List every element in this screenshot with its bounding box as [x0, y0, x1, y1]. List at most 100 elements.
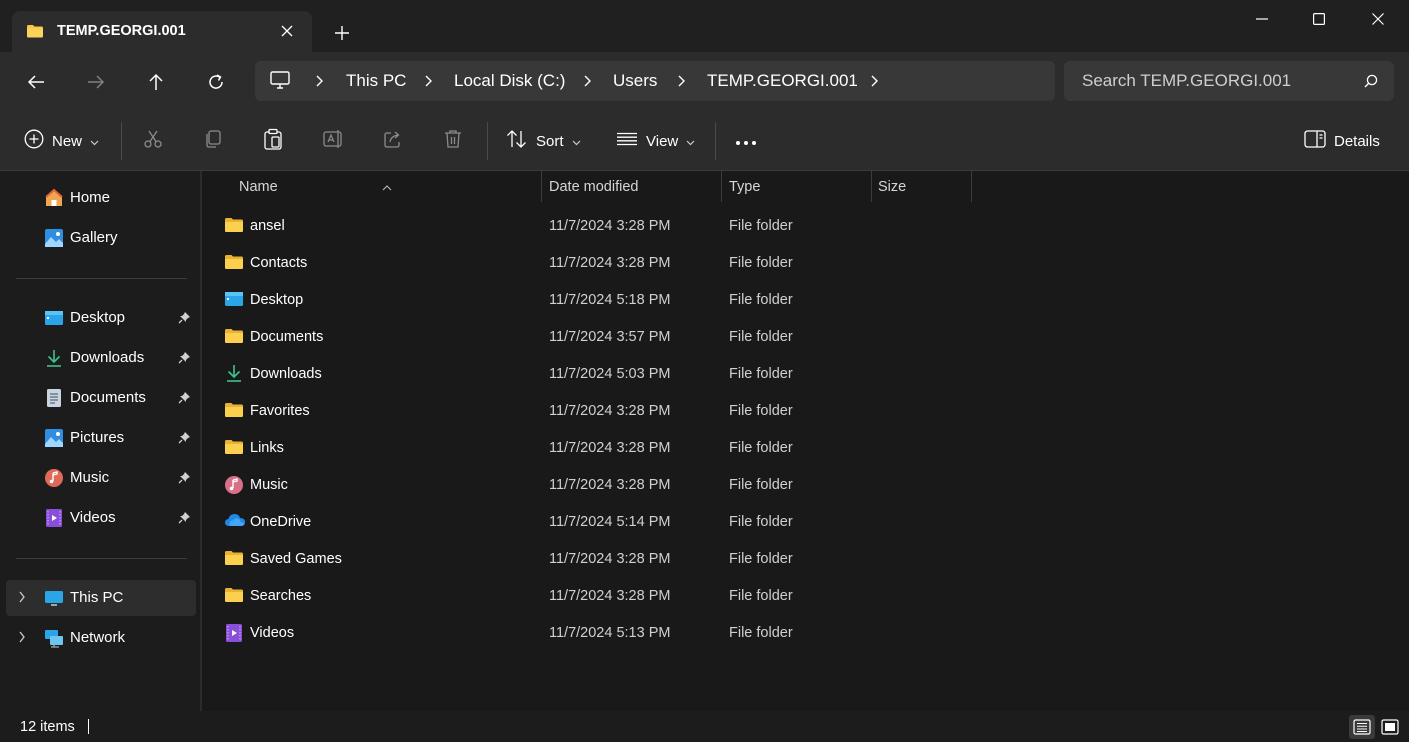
sidebar-item-downloads[interactable]: Downloads: [6, 340, 196, 376]
copy-button[interactable]: [203, 125, 223, 157]
pin-icon[interactable]: [178, 351, 191, 368]
table-row[interactable]: ansel 11/7/2024 3:28 PM File folder: [216, 207, 1116, 244]
sidebar-item-home[interactable]: Home: [6, 180, 196, 216]
table-row[interactable]: Favorites 11/7/2024 3:28 PM File folder: [216, 392, 1116, 429]
search-icon[interactable]: [1364, 74, 1378, 92]
cut-button[interactable]: [143, 125, 163, 157]
table-row[interactable]: Downloads 11/7/2024 5:03 PM File folder: [216, 355, 1116, 392]
desktop-icon: [44, 308, 64, 328]
back-arrow-icon[interactable]: [20, 66, 52, 98]
close-icon[interactable]: [1349, 0, 1407, 38]
column-header-label: Date modified: [549, 179, 639, 195]
tab-temp-georgi[interactable]: TEMP.GEORGI.001: [12, 11, 312, 52]
tab-title: TEMP.GEORGI.001: [57, 23, 186, 39]
breadcrumb-this-pc[interactable]: This PC: [346, 71, 406, 91]
sidebar-item-music[interactable]: Music: [6, 460, 196, 496]
file-name: Desktop: [250, 292, 304, 308]
chevron-right-icon[interactable]: [18, 591, 26, 607]
file-date: 11/7/2024 5:14 PM: [549, 514, 671, 530]
pin-icon[interactable]: [178, 311, 191, 328]
chevron-right-icon[interactable]: [868, 74, 880, 88]
column-header-date[interactable]: Date modified: [542, 171, 721, 202]
command-bar: New Sort View Details: [0, 111, 1409, 171]
toolbar-divider: [487, 122, 488, 160]
column-header-size[interactable]: Size: [872, 171, 971, 202]
clipboard-icon: [263, 128, 283, 154]
tab-close-icon[interactable]: [276, 20, 298, 42]
breadcrumb-users[interactable]: Users: [613, 71, 657, 91]
sort-icon: [506, 129, 528, 153]
sidebar-item-this-pc[interactable]: This PC: [6, 580, 196, 616]
download-icon: [44, 348, 64, 368]
maximize-icon[interactable]: [1290, 0, 1348, 38]
share-button[interactable]: [383, 125, 403, 157]
table-row[interactable]: Music 11/7/2024 3:28 PM File folder: [216, 466, 1116, 503]
table-row[interactable]: Saved Games 11/7/2024 3:28 PM File folder: [216, 540, 1116, 577]
refresh-icon[interactable]: [200, 66, 232, 98]
breadcrumb-local-disk[interactable]: Local Disk (C:): [454, 71, 565, 91]
sidebar-item-desktop[interactable]: Desktop: [6, 300, 196, 336]
new-label: New: [52, 132, 83, 150]
home-icon: [44, 188, 64, 208]
pin-icon[interactable]: [178, 391, 191, 408]
chevron-right-icon[interactable]: [422, 74, 434, 88]
file-type: File folder: [729, 588, 793, 604]
sidebar-item-label: This PC: [70, 589, 124, 606]
minimize-icon[interactable]: [1233, 0, 1291, 38]
sidebar-item-documents[interactable]: Documents: [6, 380, 196, 416]
sidebar-item-label: Videos: [70, 509, 116, 526]
network-icon: [44, 628, 64, 648]
search-input[interactable]: [1082, 70, 1352, 92]
chevron-down-icon: [90, 133, 99, 150]
chevron-right-icon[interactable]: [313, 74, 325, 88]
column-header-label: Type: [729, 179, 761, 195]
sidebar-item-videos[interactable]: Videos: [6, 500, 196, 536]
file-name: Downloads: [250, 366, 322, 382]
column-header-type[interactable]: Type: [722, 171, 871, 202]
table-row[interactable]: Videos 11/7/2024 5:13 PM File folder: [216, 614, 1116, 651]
rename-button[interactable]: [323, 125, 345, 157]
new-tab-icon[interactable]: [328, 19, 356, 47]
sidebar-item-network[interactable]: Network: [6, 620, 196, 656]
sort-ascending-icon: [382, 179, 392, 195]
pin-icon[interactable]: [178, 511, 191, 528]
sidebar-item-pictures[interactable]: Pictures: [6, 420, 196, 456]
sidebar-item-gallery[interactable]: Gallery: [6, 220, 196, 256]
breadcrumb-temp-georgi[interactable]: TEMP.GEORGI.001: [707, 71, 858, 91]
file-type: File folder: [729, 329, 793, 345]
up-arrow-icon[interactable]: [140, 66, 172, 98]
tiles-view-icon[interactable]: [1377, 715, 1403, 739]
table-row[interactable]: OneDrive 11/7/2024 5:14 PM File folder: [216, 503, 1116, 540]
chevron-right-icon[interactable]: [581, 74, 593, 88]
pc-icon: [44, 588, 64, 608]
column-divider[interactable]: [971, 171, 972, 202]
pin-icon[interactable]: [178, 471, 191, 488]
paste-button[interactable]: [263, 125, 283, 157]
search-box[interactable]: [1064, 61, 1394, 101]
new-button[interactable]: New: [24, 125, 99, 157]
details-button[interactable]: Details: [1304, 125, 1380, 157]
view-label: View: [646, 132, 679, 150]
folder-icon: [224, 401, 244, 419]
table-row[interactable]: Desktop 11/7/2024 5:18 PM File folder: [216, 281, 1116, 318]
view-button[interactable]: View: [616, 125, 695, 157]
table-row[interactable]: Searches 11/7/2024 3:28 PM File folder: [216, 577, 1116, 614]
table-row[interactable]: Contacts 11/7/2024 3:28 PM File folder: [216, 244, 1116, 281]
copy-icon: [203, 129, 223, 153]
more-options-button[interactable]: [735, 125, 757, 157]
forward-arrow-icon[interactable]: [80, 66, 112, 98]
delete-button[interactable]: [443, 125, 463, 157]
breadcrumb[interactable]: This PC Local Disk (C:) Users TEMP.GEORG…: [255, 61, 1055, 101]
table-row[interactable]: Links 11/7/2024 3:28 PM File folder: [216, 429, 1116, 466]
pin-icon[interactable]: [178, 431, 191, 448]
file-type: File folder: [729, 551, 793, 567]
file-date: 11/7/2024 5:13 PM: [549, 625, 671, 641]
table-row[interactable]: Documents 11/7/2024 3:57 PM File folder: [216, 318, 1116, 355]
chevron-right-icon[interactable]: [675, 74, 687, 88]
column-header-name[interactable]: Name: [202, 171, 541, 202]
details-pane-icon: [1304, 130, 1326, 152]
details-view-icon[interactable]: [1349, 715, 1375, 739]
sort-button[interactable]: Sort: [506, 125, 581, 157]
file-name: Links: [250, 440, 284, 456]
chevron-right-icon[interactable]: [18, 631, 26, 647]
